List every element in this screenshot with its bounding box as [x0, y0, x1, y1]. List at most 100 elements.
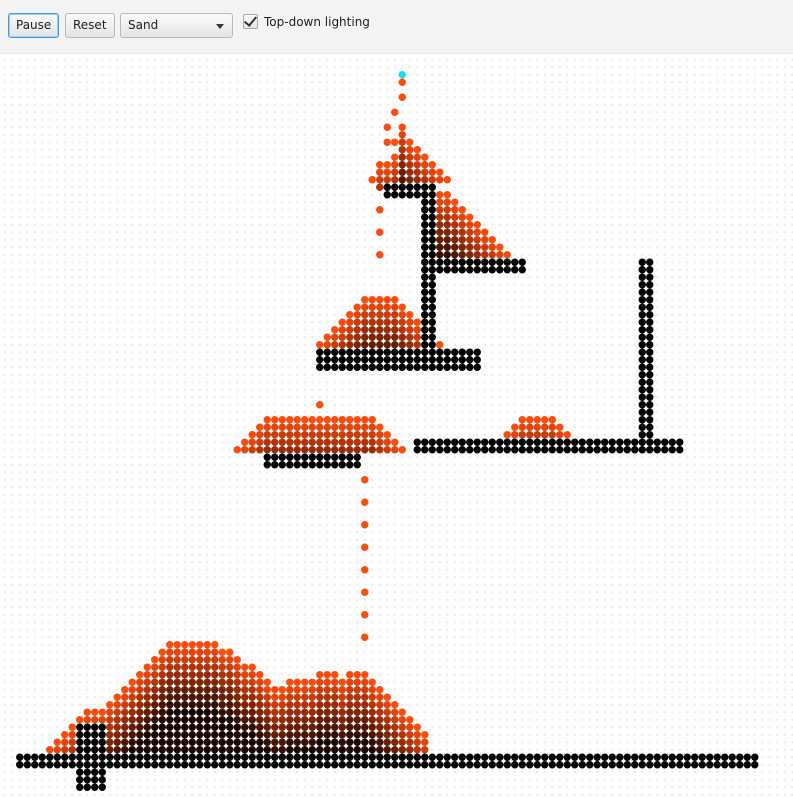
- wall-particle: [353, 753, 361, 761]
- wall-particle: [98, 731, 106, 739]
- wall-particle: [301, 461, 309, 469]
- sand-particle: [451, 198, 459, 206]
- wall-particle: [383, 356, 391, 364]
- wall-particle: [638, 431, 646, 439]
- wall-particle: [473, 348, 481, 356]
- sand-particle: [428, 161, 436, 169]
- sand-particle: [368, 318, 376, 326]
- sand-particle: [128, 701, 136, 709]
- sand-particle: [106, 716, 114, 724]
- sand-particle: [368, 746, 376, 754]
- sand-particle: [383, 296, 391, 304]
- sand-particle: [406, 746, 414, 754]
- sand-particle: [256, 446, 264, 454]
- wall-particle: [361, 761, 369, 769]
- sand-particle: [218, 716, 226, 724]
- wall-particle: [83, 753, 91, 761]
- sand-particle: [391, 138, 399, 146]
- wall-particle: [458, 356, 466, 364]
- sand-particle: [556, 423, 564, 431]
- sand-particle: [271, 708, 279, 716]
- sand-particle: [248, 701, 256, 709]
- wall-particle: [166, 761, 174, 769]
- sand-particle: [346, 723, 354, 731]
- wall-particle: [346, 761, 354, 769]
- sand-particle: [263, 731, 271, 739]
- wall-particle: [571, 761, 579, 769]
- wall-particle: [383, 753, 391, 761]
- wall-particle: [548, 753, 556, 761]
- wall-particle: [646, 378, 654, 386]
- wall-particle: [451, 348, 459, 356]
- pause-button[interactable]: Pause: [8, 13, 60, 38]
- wall-particle: [151, 753, 159, 761]
- wall-particle: [518, 753, 526, 761]
- sand-particle: [488, 236, 496, 244]
- sand-particle: [196, 746, 204, 754]
- wall-particle: [91, 776, 99, 784]
- wall-particle: [323, 461, 331, 469]
- material-select[interactable]: Sand: [120, 13, 233, 38]
- sand-particle: [338, 716, 346, 724]
- wall-particle: [413, 438, 421, 446]
- sand-particle: [278, 431, 286, 439]
- sand-particle: [293, 446, 301, 454]
- wall-particle: [406, 356, 414, 364]
- sand-particle: [376, 686, 384, 694]
- wall-particle: [548, 761, 556, 769]
- sand-particle: [383, 318, 391, 326]
- sand-particle: [323, 708, 331, 716]
- wall-particle: [676, 753, 684, 761]
- wall-particle: [526, 753, 534, 761]
- sand-particle: [226, 731, 234, 739]
- wall-particle: [398, 761, 406, 769]
- sand-particle: [451, 206, 459, 214]
- sand-particle: [173, 716, 181, 724]
- sand-particle: [203, 686, 211, 694]
- sand-particle: [278, 416, 286, 424]
- sand-particle: [346, 318, 354, 326]
- sand-particle: [151, 678, 159, 686]
- wall-particle: [248, 753, 256, 761]
- sand-particle: [286, 746, 294, 754]
- sand-particle: [143, 701, 151, 709]
- sand-particle: [541, 431, 549, 439]
- wall-particle: [293, 753, 301, 761]
- sand-particle: [233, 693, 241, 701]
- sand-particle: [53, 738, 61, 746]
- sand-particle: [158, 731, 166, 739]
- sand-particle: [398, 303, 406, 311]
- sand-particle: [166, 648, 174, 656]
- sand-particle: [353, 311, 361, 319]
- wall-particle: [211, 761, 219, 769]
- wall-particle: [608, 446, 616, 454]
- wall-particle: [368, 753, 376, 761]
- sand-particle: [406, 326, 414, 334]
- lighting-checkbox[interactable]: [243, 13, 258, 29]
- wall-particle: [91, 753, 99, 761]
- sand-particle: [406, 153, 414, 161]
- wall-particle: [121, 753, 129, 761]
- reset-button[interactable]: Reset: [65, 13, 115, 38]
- sand-particle: [338, 318, 346, 326]
- wall-particle: [676, 761, 684, 769]
- wall-particle: [638, 333, 646, 341]
- sand-particle: [466, 251, 474, 259]
- wall-particle: [413, 761, 421, 769]
- sand-particle: [181, 701, 189, 709]
- sand-particle: [496, 243, 504, 251]
- sand-particle: [286, 693, 294, 701]
- sand-particle: [173, 648, 181, 656]
- sand-canvas[interactable]: [0, 54, 793, 798]
- wall-particle: [638, 401, 646, 409]
- sand-particle: [143, 738, 151, 746]
- wall-particle: [721, 761, 729, 769]
- sand-particle: [413, 746, 421, 754]
- sand-particle: [391, 446, 399, 454]
- sand-particle: [383, 138, 391, 146]
- wall-particle: [331, 461, 339, 469]
- sand-particle: [211, 648, 219, 656]
- wall-particle: [173, 753, 181, 761]
- sand-particle: [286, 701, 294, 709]
- wall-particle: [661, 446, 669, 454]
